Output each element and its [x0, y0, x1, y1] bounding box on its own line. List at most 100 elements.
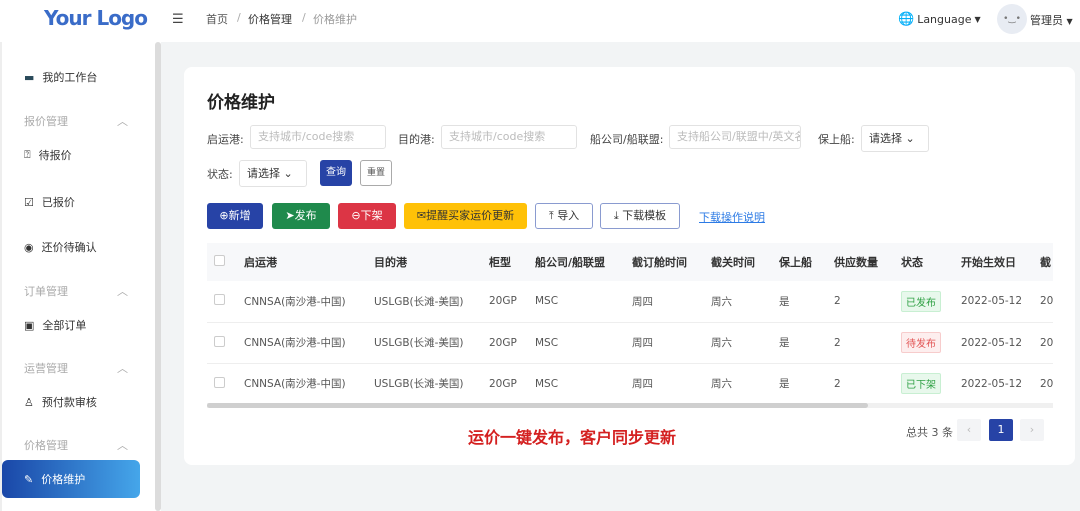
cell-start: 2022-05-12 [954, 322, 1033, 364]
menu-collapse-icon[interactable]: ☰ [172, 12, 184, 27]
price-table: 启运港 目的港 柜型 船公司/船联盟 截订舱时间 截关时间 保上船 供应数量 状… [207, 243, 1053, 405]
cell-dest: USLGB(长滩-美国) [367, 363, 482, 405]
table-row[interactable]: CNNSA(南沙港-中国) USLGB(长滩-美国) 20GP MSC 周四 周六是 2 待发… [207, 322, 1053, 364]
cell-cutoff: 周六 [704, 363, 772, 405]
sidebar-group-ops[interactable]: 运营管理 ︿ [24, 360, 128, 376]
col-guarantee: 保上船 [772, 243, 827, 281]
avatar[interactable]: •‿• [997, 4, 1027, 34]
row-checkbox[interactable] [207, 363, 237, 405]
status-badge: 已下架 [901, 373, 941, 394]
stamp-icon: ♙ [24, 395, 34, 409]
carrier-input[interactable]: 支持船公司/联盟中/英文名 [669, 125, 801, 149]
cell-type: 20GP [482, 322, 528, 364]
target-icon: ◉ [24, 240, 34, 254]
row-checkbox[interactable] [207, 281, 237, 323]
cell-more: 20 [1033, 363, 1053, 405]
table-row[interactable]: CNNSA(南沙港-中国) USLGB(长滩-美国) 20GP MSC 周四 周六是 2 已发… [207, 281, 1053, 323]
col-customs-cutoff: 截关时间 [704, 243, 772, 281]
sidebar-group-orders[interactable]: 订单管理 ︿ [24, 283, 128, 299]
row-checkbox[interactable] [207, 322, 237, 364]
sidebar-item-all-orders[interactable]: ▣ 全部订单 [24, 317, 86, 333]
add-label: 新增 [228, 209, 251, 222]
cell-cutoff: 周六 [704, 281, 772, 323]
globe-icon: 🌐 [898, 12, 915, 27]
carrier-label: 船公司/船联盟: [590, 133, 664, 146]
user-menu[interactable]: 管理员 ▼ [1030, 12, 1073, 28]
cell-guarantee: 是 [772, 363, 827, 405]
checked-doc-icon: ☑ [24, 195, 34, 209]
col-truncated: 截 [1033, 243, 1053, 281]
cell-more: 20 [1033, 322, 1053, 364]
col-origin: 启运港 [237, 243, 367, 281]
monitor-icon: ▬ [24, 70, 35, 84]
cell-origin: CNNSA(南沙港-中国) [237, 363, 367, 405]
col-status: 状态 [894, 243, 954, 281]
sidebar-group-quote[interactable]: 报价管理 ︿ [24, 113, 128, 129]
breadcrumb-home[interactable]: 首页 [206, 11, 228, 27]
chevron-up-icon: ︿ [117, 285, 128, 298]
plus-circle-icon: ⊕ [219, 209, 229, 222]
chevron-down-icon: ⌄ [283, 167, 293, 180]
prev-page-button[interactable]: ‹ [957, 419, 981, 441]
cell-booking: 周四 [625, 322, 704, 364]
sidebar-item-quoted[interactable]: ☑ 已报价 [24, 194, 75, 210]
download-template-button[interactable]: ⤓ 下载模板 [600, 203, 680, 229]
unpublish-label: 下架 [360, 209, 383, 222]
cell-status: 已下架 [894, 363, 954, 405]
caret-down-icon: ▼ [1066, 17, 1073, 26]
cell-start: 2022-05-12 [954, 281, 1033, 323]
sidebar-item-pending-quote[interactable]: ⍰ 待报价 [24, 147, 72, 163]
cell-carrier: MSC [528, 281, 625, 323]
select-all-checkbox[interactable] [207, 243, 237, 281]
sidebar-item-price-maintenance[interactable]: ✎ 价格维护 [2, 460, 140, 498]
cell-more: 20 [1033, 281, 1053, 323]
add-button[interactable]: ⊕新增 [207, 203, 263, 229]
cell-qty: 2 [827, 363, 894, 405]
remind-label: 提醒买家运价更新 [426, 209, 515, 222]
sidebar-item-workbench[interactable]: ▬ 我的工作台 [24, 69, 97, 85]
language-selector[interactable]: 🌐 Language ▼ [898, 12, 981, 27]
col-container: 柜型 [482, 243, 528, 281]
page-1-button[interactable]: 1 [989, 419, 1013, 441]
col-start-date: 开始生效日 [954, 243, 1033, 281]
cell-type: 20GP [482, 281, 528, 323]
template-label: 下载模板 [622, 209, 667, 222]
reset-button[interactable]: 重置 [360, 160, 392, 186]
sidebar-item-label: 我的工作台 [42, 71, 98, 84]
sidebar-group-price[interactable]: 价格管理 ︿ [24, 437, 128, 453]
status-select[interactable]: 请选择 ⌄ [239, 160, 307, 187]
guarantee-select[interactable]: 请选择 ⌄ [861, 125, 929, 152]
unpublish-button[interactable]: ⊖下架 [338, 203, 396, 229]
query-button[interactable]: 查询 [320, 160, 352, 186]
import-button[interactable]: ⤒ 导入 [535, 203, 593, 229]
chevron-up-icon: ︿ [117, 115, 128, 128]
clipboard-icon: ▣ [24, 318, 35, 332]
cell-carrier: MSC [528, 322, 625, 364]
sidebar-item-prepay-review[interactable]: ♙ 预付款审核 [24, 394, 97, 410]
guarantee-label: 保上船: [818, 133, 855, 146]
breadcrumb-sep: / [302, 11, 306, 24]
logo[interactable]: Your Logo [44, 6, 148, 30]
remind-buyers-button[interactable]: ✉提醒买家运价更新 [404, 203, 527, 229]
sidebar-item-label: 预付款审核 [41, 396, 97, 409]
guarantee-value: 请选择 [869, 132, 902, 145]
publish-button[interactable]: ➤发布 [272, 203, 330, 229]
table-scrollbar[interactable] [207, 403, 868, 408]
edit-icon: ✎ [24, 472, 34, 486]
breadcrumb-sep: / [237, 11, 241, 24]
cell-status: 已发布 [894, 281, 954, 323]
cell-status: 待发布 [894, 322, 954, 364]
breadcrumb-price-mgmt[interactable]: 价格管理 [248, 11, 292, 27]
cell-booking: 周四 [625, 281, 704, 323]
table-row[interactable]: CNNSA(南沙港-中国) USLGB(长滩-美国) 20GP MSC 周四 周六是 2 已下… [207, 363, 1053, 405]
origin-input[interactable]: 支持城市/code搜索 [250, 125, 386, 149]
send-icon: ➤ [285, 209, 295, 222]
cell-type: 20GP [482, 363, 528, 405]
sidebar-item-counter-offer[interactable]: ◉ 还价待确认 [24, 239, 97, 255]
dest-input[interactable]: 支持城市/code搜索 [441, 125, 577, 149]
chevron-up-icon: ︿ [117, 362, 128, 375]
group-label: 运营管理 [24, 362, 68, 375]
chevron-up-icon: ︿ [117, 439, 128, 452]
download-help-link[interactable]: 下载操作说明 [699, 209, 765, 225]
next-page-button[interactable]: › [1020, 419, 1044, 441]
